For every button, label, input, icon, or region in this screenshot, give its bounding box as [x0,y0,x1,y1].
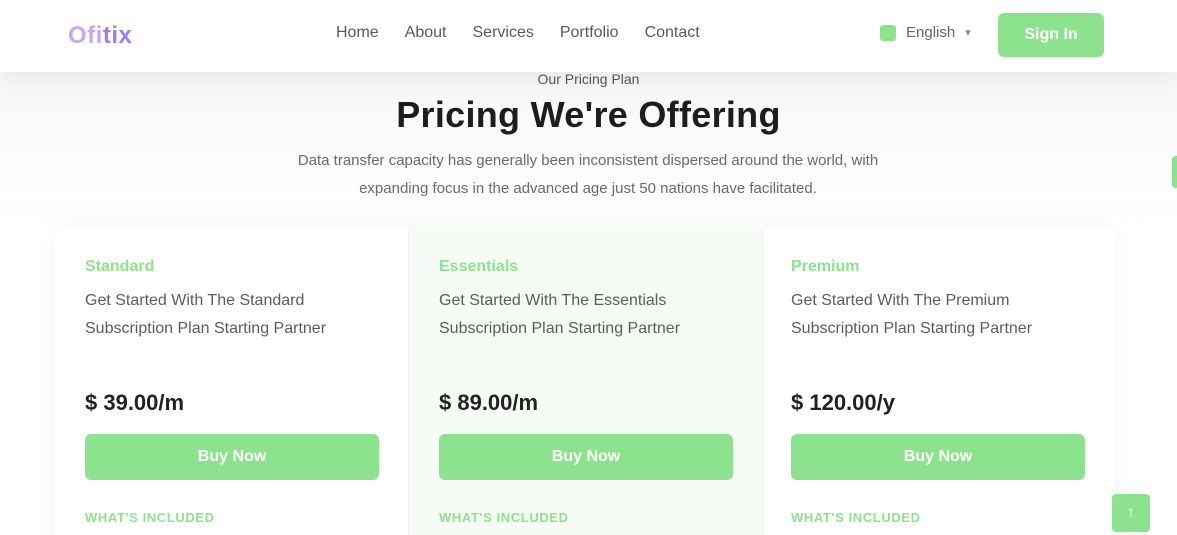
scroll-to-top-button[interactable]: ↑ [1112,494,1150,532]
logo-text-part1: Ofi [68,22,103,49]
side-tab[interactable] [1172,156,1177,188]
section-eyebrow: Our Pricing Plan [537,71,640,87]
pricing-card-essentials: Essentials Get Started With The Essentia… [408,228,763,535]
plan-name: Essentials [439,258,519,275]
nav-link-home[interactable]: Home [336,24,379,42]
buy-now-button[interactable]: Buy Now [439,434,733,480]
plan-name: Standard [85,258,155,275]
nav-link-services[interactable]: Services [473,24,534,42]
arrow-up-icon: ↑ [1127,504,1135,521]
flag-icon [880,24,896,41]
section-subtitle: Data transfer capacity has generally bee… [297,152,879,197]
sign-in-button[interactable]: Sign In [998,13,1104,57]
plan-price: $ 39.00/m [85,390,185,415]
section-title: Pricing We're Offering [396,94,781,135]
plan-price: $ 120.00/y [791,390,895,415]
whats-included-label: WHAT'S INCLUDED [439,510,569,525]
buy-now-button[interactable]: Buy Now [791,434,1085,480]
logo-text-part2: tix [102,22,133,49]
page: Ofi tix Home About Services Portfolio Con… [0,0,1177,535]
plan-description: Get Started With The Essentials Subscrip… [439,292,681,337]
nav-link-contact[interactable]: Contact [645,24,700,42]
pricing-card-standard: Standard Get Started With The Standard S… [55,228,410,535]
language-label: English [906,24,956,41]
nav-link-portfolio[interactable]: Portfolio [560,24,619,42]
site-logo[interactable]: Ofi tix [68,20,132,52]
whats-included-label: WHAT'S INCLUDED [85,510,215,525]
main-nav: Home About Services Portfolio Contact [336,24,700,42]
plan-description: Get Started With The Standard Subscripti… [85,292,327,337]
whats-included-label: WHAT'S INCLUDED [791,510,921,525]
nav-link-about[interactable]: About [405,24,447,42]
buy-now-button[interactable]: Buy Now [85,434,379,480]
plan-description: Get Started With The Premium Subscriptio… [791,292,1033,337]
site-header: Ofi tix Home About Services Portfolio Con… [0,0,1177,72]
language-selector[interactable]: English ▾ [880,24,971,41]
chevron-down-icon: ▾ [965,27,971,39]
plan-name: Premium [791,258,860,275]
pricing-card-premium: Premium Get Started With The Premium Sub… [761,228,1116,535]
plan-price: $ 89.00/m [439,390,539,415]
